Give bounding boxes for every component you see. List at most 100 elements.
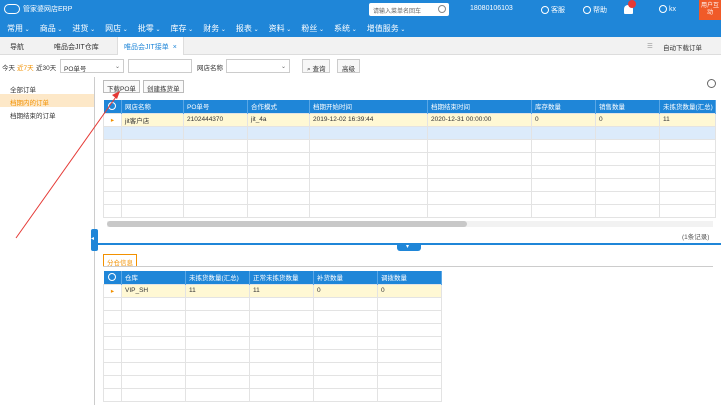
collapse-panel-handle[interactable] <box>91 229 98 251</box>
search-placeholder: 请输入菜单名回车 <box>373 9 422 15</box>
left-item-schedule-ended[interactable]: 档期结束的订单 <box>0 107 94 120</box>
menu-item-data[interactable]: 资料 <box>264 20 297 37</box>
left-item-all-orders[interactable]: 全部订单 <box>0 81 94 94</box>
po-number-input[interactable] <box>128 59 192 73</box>
filter-last30[interactable]: 近30天 <box>36 62 56 72</box>
column-settings-icon[interactable] <box>103 100 122 113</box>
menu-item-common[interactable]: 常用 <box>2 20 35 37</box>
column-header[interactable]: 调拨数量 <box>377 271 442 284</box>
column-header[interactable]: 未拣货数量(汇总) <box>659 100 716 113</box>
table-row-empty[interactable] <box>103 335 442 350</box>
search-button[interactable]: ⌕ 查询 <box>302 59 331 73</box>
close-icon[interactable]: × <box>173 44 177 51</box>
table-cell[interactable]: 0 <box>531 112 596 127</box>
table-row[interactable]: ▸ jit客户店 2102444370 jit_4a 2019-12-02 16… <box>103 112 716 127</box>
headset-icon <box>541 6 549 14</box>
table-cell[interactable]: 0 <box>377 283 442 298</box>
column-header[interactable]: 未拣货数量(汇总) <box>185 271 250 284</box>
menu-item-inventory[interactable]: 库存 <box>166 20 199 37</box>
app-logo: 管家婆网店ERP <box>4 4 72 14</box>
table-row-empty[interactable] <box>103 322 442 337</box>
menu-search-input[interactable]: 请输入菜单名回车 <box>369 3 449 16</box>
tab-jit-orders[interactable]: 唯品会JIT接单 × <box>117 37 184 55</box>
table-cell[interactable]: 11 <box>659 112 716 127</box>
menu-item-reports[interactable]: 报表 <box>231 20 264 37</box>
chevron-down-icon: ⌄ <box>280 64 286 70</box>
horizontal-scrollbar[interactable] <box>107 221 713 227</box>
table-row-empty[interactable] <box>103 296 442 311</box>
shop-name-select[interactable]: ⌄ <box>226 59 290 73</box>
column-header[interactable]: 库存数量 <box>531 100 596 113</box>
column-header[interactable]: 正常未拣货数量 <box>249 271 314 284</box>
table-row-empty[interactable] <box>103 348 442 363</box>
po-order-table: 网店名称 PO单号 合作模式 档期开始时间 档期结束时间 库存数量 销售数量 未… <box>103 100 716 218</box>
menu-item-shop[interactable]: 网店 <box>100 20 133 37</box>
table-cell[interactable]: 2102444370 <box>183 112 248 127</box>
table-cell[interactable]: 2019-12-02 16:39:44 <box>309 112 428 127</box>
subtab-divider <box>103 266 713 267</box>
column-header[interactable]: 档期开始时间 <box>309 100 428 113</box>
table-cell[interactable]: 2020-12-31 00:00:00 <box>427 112 532 127</box>
table-row-empty[interactable] <box>103 387 442 402</box>
search-icon[interactable] <box>438 5 446 13</box>
table-row-empty[interactable] <box>103 203 716 218</box>
gear-icon <box>108 102 117 111</box>
table-row-empty[interactable] <box>103 309 442 324</box>
splitter-toggle-icon[interactable] <box>397 243 421 251</box>
settings-gear-icon[interactable] <box>707 79 716 88</box>
service-link[interactable]: 客服 <box>541 5 565 15</box>
table-cell[interactable]: VIP_SH <box>121 283 186 298</box>
table-row-empty[interactable] <box>103 164 716 179</box>
table-row-empty[interactable] <box>103 138 716 153</box>
table-cell[interactable]: 11 <box>185 283 250 298</box>
filter-today[interactable]: 今天 <box>2 62 15 72</box>
menu-item-system[interactable]: 系统 <box>329 20 362 37</box>
auto-download-button[interactable]: 自动下载订单 <box>660 40 705 52</box>
filter-bar: 今天 近7天 近30天 PO单号 ⌄ 网店名称 ⌄ ⌕ 查询 高级 <box>0 58 721 74</box>
create-pick-list-button[interactable]: 创建拣货单 <box>143 80 184 93</box>
menu-item-fans[interactable]: 粉丝 <box>296 20 329 37</box>
advanced-button[interactable]: 高级 <box>337 59 360 73</box>
filter-last7[interactable]: 近7天 <box>17 62 34 72</box>
table-cell[interactable]: 11 <box>249 283 314 298</box>
column-header[interactable]: 网店名称 <box>121 100 184 113</box>
help-link[interactable]: 帮助 <box>583 5 607 15</box>
table-cell[interactable]: 0 <box>595 112 660 127</box>
table-cell[interactable]: jit客户店 <box>121 112 184 127</box>
logo-text: 管家婆网店ERP <box>23 6 73 13</box>
table-row-empty[interactable] <box>103 125 716 140</box>
menu-item-wholesale[interactable]: 批零 <box>133 20 166 37</box>
column-settings-icon[interactable] <box>103 271 122 284</box>
column-header[interactable]: 销售数量 <box>595 100 660 113</box>
po-select-value: PO单号 <box>64 66 87 73</box>
table-row-empty[interactable] <box>103 190 716 205</box>
tab-jit-warehouse[interactable]: 唯品会JIT仓库 <box>48 37 105 55</box>
table-row-empty[interactable] <box>103 374 442 389</box>
column-header[interactable]: 补货数量 <box>313 271 378 284</box>
tab-nav[interactable]: 导航 <box>4 37 30 55</box>
download-po-button[interactable]: 下载PO单 <box>103 80 140 93</box>
column-header[interactable]: 档期结束时间 <box>427 100 532 113</box>
scrollbar-thumb[interactable] <box>107 221 467 227</box>
table-row-empty[interactable] <box>103 361 442 376</box>
menu-item-value-added[interactable]: 增值服务 <box>362 20 411 37</box>
left-item-in-schedule[interactable]: 档期内的订单 <box>0 94 94 107</box>
top-bar: 管家婆网店ERP 请输入菜单名回车 18080106103 客服 帮助 kx 用… <box>0 0 721 20</box>
column-header[interactable]: PO单号 <box>183 100 248 113</box>
table-cell[interactable]: 0 <box>313 283 378 298</box>
table-row-empty[interactable] <box>103 177 716 192</box>
table-row-empty[interactable] <box>103 151 716 166</box>
column-header[interactable]: 合作模式 <box>247 100 310 113</box>
po-number-select[interactable]: PO单号 ⌄ <box>60 59 124 73</box>
row-pointer-icon: ▸ <box>103 283 122 298</box>
user-menu[interactable]: kx <box>659 5 676 13</box>
menu-item-goods[interactable]: 商品 <box>35 20 68 37</box>
menu-item-purchase[interactable]: 进货 <box>67 20 100 37</box>
table-cell[interactable]: jit_4a <box>247 112 310 127</box>
column-header[interactable]: 仓库 <box>121 271 186 284</box>
chevron-down-icon: ⌄ <box>114 64 120 70</box>
table-row[interactable]: ▸ VIP_SH 11 11 0 0 <box>103 283 442 298</box>
user-interaction-button[interactable]: 用户互动 <box>699 0 721 20</box>
menu-item-finance[interactable]: 财务 <box>198 20 231 37</box>
list-icon[interactable]: ☰ <box>644 40 654 52</box>
